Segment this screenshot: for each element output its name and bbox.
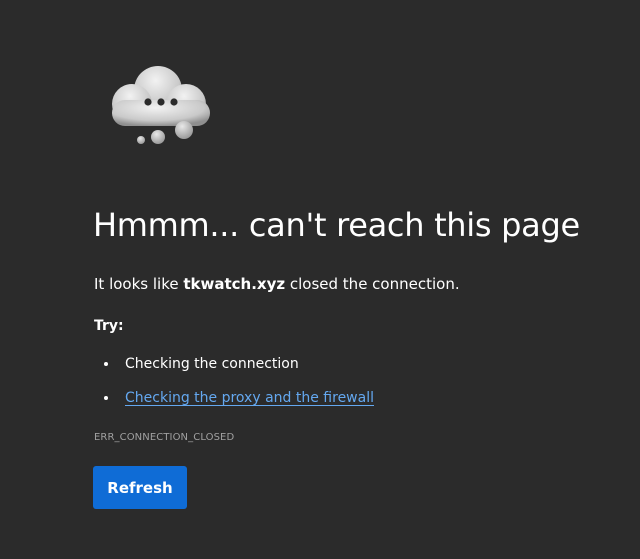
refresh-button[interactable]: Refresh	[93, 466, 187, 509]
bullet-icon	[104, 396, 108, 400]
page-title: Hmmm... can't reach this page	[93, 206, 580, 244]
suggestion-item: Checking the connection	[94, 354, 374, 388]
bullet-icon	[104, 362, 108, 366]
description-suffix: closed the connection.	[285, 275, 460, 293]
suggestion-item: Checking the proxy and the firewall	[94, 388, 374, 422]
try-label: Try:	[94, 318, 124, 334]
domain-name: tkwatch.xyz	[183, 275, 286, 293]
suggestion-text-connection: Checking the connection	[125, 356, 299, 372]
error-description: It looks like tkwatch.xyz closed the con…	[94, 275, 460, 293]
suggestion-list: Checking the connection Checking the pro…	[94, 354, 374, 422]
error-page: Hmmm... can't reach this page It looks l…	[0, 0, 640, 559]
cloud-ellipsis-icon	[112, 66, 210, 144]
description-prefix: It looks like	[94, 275, 184, 293]
error-code: ERR_CONNECTION_CLOSED	[94, 432, 235, 443]
proxy-firewall-link[interactable]: Checking the proxy and the firewall	[125, 390, 374, 406]
